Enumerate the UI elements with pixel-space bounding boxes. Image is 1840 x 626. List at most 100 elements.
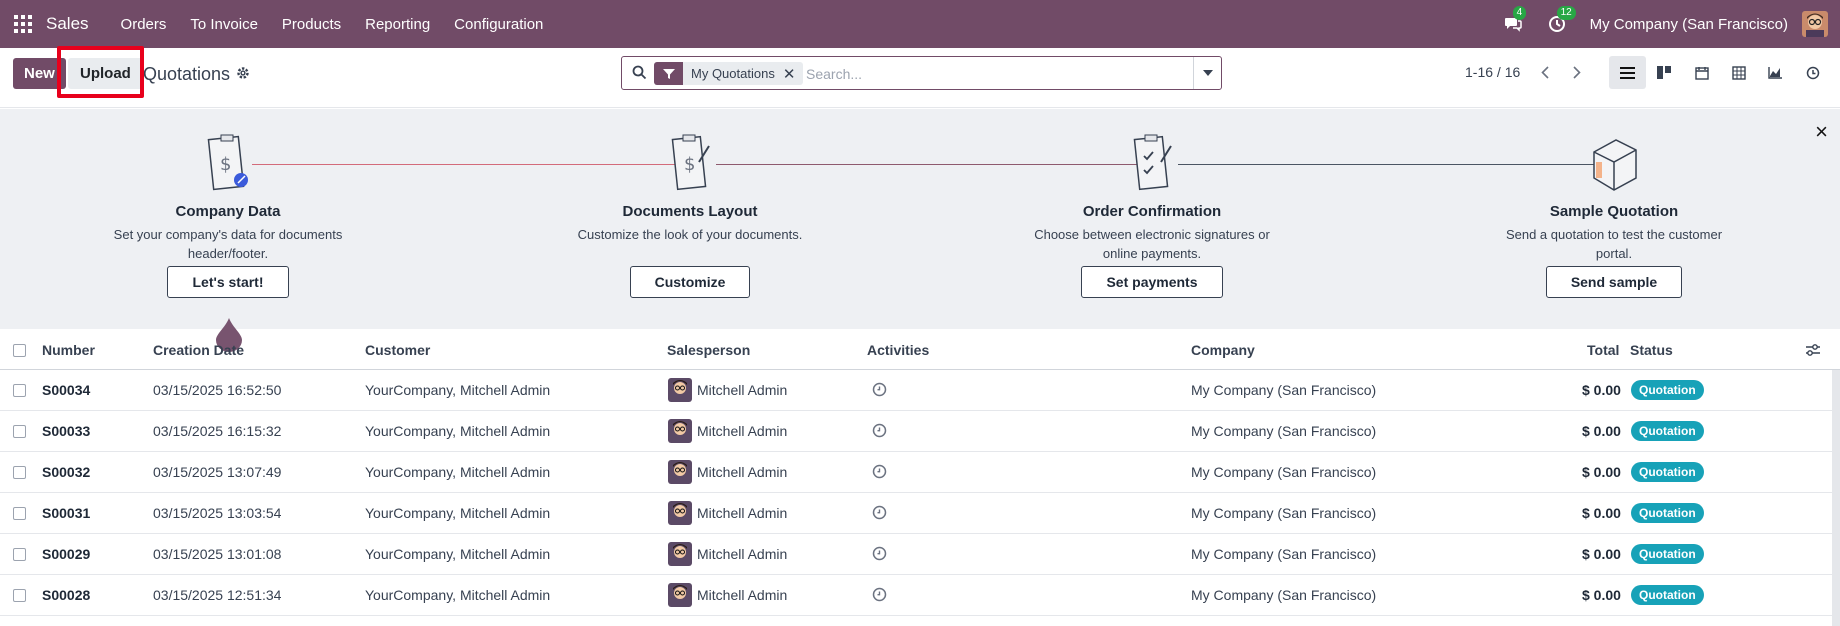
status-badge: Quotation: [1631, 380, 1704, 400]
menu-reporting[interactable]: Reporting: [353, 16, 442, 33]
apps-grid-icon[interactable]: [14, 15, 32, 33]
column-status[interactable]: Status: [1630, 342, 1673, 358]
column-company[interactable]: Company: [1191, 342, 1255, 358]
row-checkbox[interactable]: [13, 548, 26, 561]
table-row[interactable]: S00033 03/15/2025 16:15:32 YourCompany, …: [0, 411, 1840, 452]
column-creation-date[interactable]: Creation Date: [153, 342, 244, 358]
activity-clock-icon[interactable]: [872, 546, 887, 566]
row-checkbox[interactable]: [13, 466, 26, 479]
list-view-button[interactable]: [1609, 56, 1646, 89]
upload-button[interactable]: Upload: [68, 58, 143, 89]
calendar-view-icon: [1694, 66, 1709, 80]
cell-date: 03/15/2025 13:01:08: [153, 546, 282, 562]
column-total[interactable]: Total: [1587, 342, 1619, 358]
kanban-view-button[interactable]: [1646, 56, 1683, 89]
cell-salesperson: Mitchell Admin: [697, 505, 788, 521]
cell-customer: YourCompany, Mitchell Admin: [365, 546, 551, 562]
row-checkbox[interactable]: [13, 507, 26, 520]
facet-remove-icon[interactable]: ✕: [783, 65, 804, 83]
close-icon[interactable]: ×: [1815, 119, 1828, 145]
top-navbar: Sales Orders To Invoice Products Reporti…: [0, 0, 1840, 48]
table-row[interactable]: S00034 03/15/2025 16:52:50 YourCompany, …: [0, 370, 1840, 411]
graph-view-button[interactable]: [1757, 56, 1794, 89]
layout-illustration-icon: $: [560, 129, 820, 199]
cell-total: $ 0.00: [1582, 546, 1621, 562]
set-payments-button[interactable]: Set payments: [1081, 266, 1223, 298]
menu-products[interactable]: Products: [270, 16, 353, 33]
pager-next-button[interactable]: [1564, 58, 1590, 87]
activities-count-badge: 12: [1556, 6, 1576, 20]
chat-icon[interactable]: 4: [1502, 6, 1527, 35]
menu-orders[interactable]: Orders: [109, 16, 179, 33]
select-all-checkbox[interactable]: [13, 344, 26, 357]
table-row[interactable]: S00031 03/15/2025 13:03:54 YourCompany, …: [0, 493, 1840, 534]
menu-to-invoice[interactable]: To Invoice: [178, 16, 270, 33]
gear-icon[interactable]: [236, 66, 250, 85]
cell-company: My Company (San Francisco): [1191, 423, 1377, 439]
table-row[interactable]: S00028 03/15/2025 12:51:34 YourCompany, …: [0, 575, 1840, 616]
search-facet[interactable]: My Quotations ✕: [654, 62, 804, 85]
app-brand[interactable]: Sales: [46, 14, 89, 34]
column-activities[interactable]: Activities: [867, 342, 929, 358]
menu-configuration[interactable]: Configuration: [442, 16, 555, 33]
send-sample-button[interactable]: Send sample: [1545, 266, 1683, 298]
cell-total: $ 0.00: [1582, 587, 1621, 603]
calendar-view-button[interactable]: [1683, 56, 1720, 89]
envelope-illustration-icon: [1484, 129, 1744, 199]
row-checkbox[interactable]: [13, 589, 26, 602]
cell-salesperson: Mitchell Admin: [697, 587, 788, 603]
svg-text:$: $: [684, 154, 695, 175]
facet-label: My Quotations: [691, 66, 775, 81]
search-options-toggle[interactable]: [1193, 57, 1221, 89]
optional-columns-icon[interactable]: [1805, 343, 1821, 362]
quotations-table: Number Creation Date Customer Salesperso…: [0, 330, 1840, 616]
table-row[interactable]: S00029 03/15/2025 13:01:08 YourCompany, …: [0, 534, 1840, 575]
user-avatar[interactable]: [1802, 11, 1828, 37]
activity-clock-icon[interactable]: [872, 382, 887, 402]
lets-start-button[interactable]: Let's start!: [167, 266, 289, 298]
clock-icon[interactable]: 12: [1546, 6, 1576, 35]
cell-number: S00034: [42, 382, 91, 398]
column-number[interactable]: Number: [42, 342, 95, 358]
cell-salesperson: Mitchell Admin: [697, 546, 788, 562]
row-checkbox[interactable]: [13, 425, 26, 438]
onboarding-panel: × $ Company Data Set your company's data…: [0, 109, 1840, 329]
new-button[interactable]: New: [13, 58, 66, 89]
cell-company: My Company (San Francisco): [1191, 546, 1377, 562]
row-checkbox[interactable]: [13, 384, 26, 397]
cell-salesperson: Mitchell Admin: [697, 382, 788, 398]
company-switcher[interactable]: My Company (San Francisco): [1590, 16, 1788, 33]
filter-icon: [654, 62, 683, 85]
kanban-view-icon: [1657, 66, 1671, 79]
cell-customer: YourCompany, Mitchell Admin: [365, 382, 551, 398]
table-row[interactable]: S00032 03/15/2025 13:07:49 YourCompany, …: [0, 452, 1840, 493]
column-customer[interactable]: Customer: [365, 342, 430, 358]
search-bar: My Quotations ✕: [621, 56, 1222, 90]
chevron-down-icon: [1202, 70, 1213, 76]
activity-clock-icon[interactable]: [872, 423, 887, 443]
cell-date: 03/15/2025 13:07:49: [153, 464, 282, 480]
pager-value[interactable]: 1-16 / 16: [1465, 64, 1520, 80]
cell-customer: YourCompany, Mitchell Admin: [365, 505, 551, 521]
customize-button[interactable]: Customize: [629, 266, 751, 298]
pivot-view-icon: [1731, 65, 1746, 80]
cell-number: S00032: [42, 464, 91, 480]
messages-count-badge: 4: [1512, 6, 1527, 20]
activity-view-button[interactable]: [1794, 56, 1831, 89]
column-salesperson[interactable]: Salesperson: [667, 342, 750, 358]
cell-company: My Company (San Francisco): [1191, 505, 1377, 521]
activity-clock-icon[interactable]: [872, 505, 887, 525]
search-input[interactable]: [806, 63, 1176, 85]
step-description: Send a quotation to test the customer po…: [1505, 227, 1723, 261]
checklist-illustration-icon: [1022, 129, 1282, 199]
view-switcher: [1609, 56, 1831, 89]
cell-total: $ 0.00: [1582, 464, 1621, 480]
cell-company: My Company (San Francisco): [1191, 464, 1377, 480]
pivot-view-button[interactable]: [1720, 56, 1757, 89]
cell-total: $ 0.00: [1582, 382, 1621, 398]
activity-clock-icon[interactable]: [872, 464, 887, 484]
vertical-scrollbar[interactable]: [1832, 370, 1840, 626]
pager-previous-button[interactable]: [1532, 58, 1558, 87]
cell-number: S00033: [42, 423, 91, 439]
activity-clock-icon[interactable]: [872, 587, 887, 607]
